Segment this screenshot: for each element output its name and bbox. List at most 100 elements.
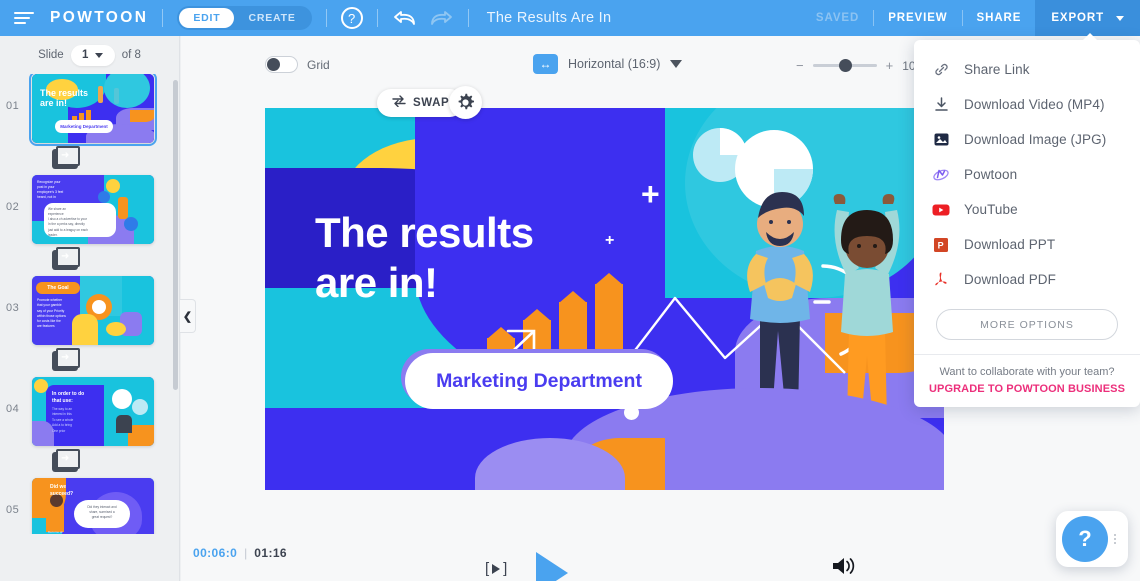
list-item[interactable]: 03 The Goal Promote whether that your gam… [0,276,180,345]
pdf-icon [932,271,950,289]
zoom-slider-handle[interactable] [838,59,852,72]
powtoon-editor: POWTOON EDIT CREATE ? The Results Are In… [0,0,1140,581]
list-item[interactable]: 04 In order to do that use: The way to an… [0,377,180,446]
export-dropdown-menu: Share Link Download Video (MP4) Download… [914,33,1140,407]
playback-bar: 00:06:0 | 01:16 [] [181,502,1140,581]
chevron-left-icon: ❮ [182,310,193,323]
slide-select[interactable]: 1 [70,44,115,66]
slide-heading-line2: are in! [315,258,438,306]
export-menu-footer: Want to collaborate with your team? UPGR… [914,354,1140,407]
preview-button[interactable]: PREVIEW [874,12,961,24]
slides-list[interactable]: 01 The resultsare in! Marketing Departm [0,74,180,534]
more-vertical-icon[interactable] [1114,534,1116,544]
grid-toggle[interactable] [265,56,298,73]
plus-decoration: + [641,176,660,212]
slide-number: 01 [6,100,20,112]
tab-edit[interactable]: EDIT [179,8,235,28]
speech-bubble[interactable]: Marketing Department [405,353,673,420]
slide-transition-button[interactable] [52,146,80,169]
slide-heading-line1: The results [315,209,534,256]
menu-item-label: Download PPT [964,237,1056,252]
slide-thumbnail[interactable]: The Goal Promote whether that your gamble… [32,276,154,345]
menu-item-youtube[interactable]: YouTube [914,192,1140,227]
slide-thumbnail[interactable]: Did we succeed? Did they interact and shar… [32,478,154,534]
upgrade-link[interactable]: UPGRADE TO POWTOON BUSINESS [914,383,1140,395]
list-item[interactable]: 05 Did we succeed? Did they interact and s… [0,478,180,534]
image-icon [932,131,950,149]
zoom-out-button[interactable]: − [796,58,804,73]
tab-create[interactable]: CREATE [234,8,309,28]
menu-item-share-link[interactable]: Share Link [914,52,1140,87]
slide-transition-button[interactable] [52,449,80,472]
menu-item-download-image[interactable]: Download Image (JPG) [914,122,1140,157]
slide-number: 03 [6,302,20,314]
collaborate-text: Want to collaborate with your team? [939,366,1115,378]
undo-arrow-icon[interactable] [392,8,418,28]
frame-play-icon[interactable]: [] [485,560,507,577]
chevron-down-icon [1116,15,1124,21]
speech-bubble-text: Marketing Department [436,369,642,392]
app-header: POWTOON EDIT CREATE ? The Results Are In… [0,0,1140,36]
header-divider [325,9,327,27]
menu-item-download-pdf[interactable]: Download PDF [914,262,1140,297]
plus-decoration: + [605,232,615,249]
aspect-ratio-select[interactable]: ↔ Horizontal (16:9) [533,54,683,74]
menu-item-download-video[interactable]: Download Video (MP4) [914,87,1140,122]
slide-thumbnail[interactable]: In order to do that use: The way to an int… [32,377,154,446]
swap-arrows-icon [392,94,406,112]
question-circle-icon[interactable]: ? [340,7,363,29]
list-item[interactable]: 02 Recognize your post in your employee's … [0,175,180,244]
sidebar-collapse-button[interactable]: ❮ [180,299,196,333]
share-button[interactable]: SHARE [963,12,1036,24]
volume-icon[interactable] [831,556,857,581]
slides-sidebar: Slide 1 of 8 01 The results are in! Mark… [0,36,180,581]
mode-toggle[interactable]: EDIT CREATE [177,6,312,30]
download-icon [932,96,950,114]
powtoon-icon [932,166,950,184]
help-button[interactable]: ? [1062,516,1108,562]
link-icon [932,61,950,79]
current-time: 00:06:0 [193,546,238,560]
redo-arrow-icon[interactable] [428,8,454,28]
sidebar-scrollbar[interactable] [173,80,178,390]
header-divider [467,9,469,27]
menu-item-label: Share Link [964,62,1030,77]
aspect-ratio-label: Horizontal (16:9) [568,57,661,71]
caret-down-icon [670,60,683,68]
timecode-display: 00:06:0 | 01:16 [193,546,287,560]
hamburger-icon[interactable] [14,12,34,24]
slide-transition-button[interactable] [52,247,80,270]
gear-icon[interactable] [449,86,482,119]
menu-item-label: Download PDF [964,272,1056,287]
zoom-in-button[interactable]: + [886,58,894,73]
menu-item-powtoon[interactable]: Powtoon [914,157,1140,192]
youtube-icon [932,201,950,219]
help-widget: ? [1056,511,1128,567]
zoom-slider[interactable] [812,59,877,72]
powerpoint-icon: P [932,236,950,254]
slide-transition-button[interactable] [52,348,80,371]
menu-item-label: Powtoon [964,167,1018,182]
grid-label: Grid [307,57,330,72]
header-actions: SAVED PREVIEW SHARE EXPORT [802,0,1140,36]
menu-item-download-ppt[interactable]: P Download PPT [914,227,1140,262]
more-options-button[interactable]: MORE OPTIONS [936,309,1118,340]
grid-toggle-group: Grid [265,56,330,73]
document-title[interactable]: The Results Are In [487,10,612,26]
list-item[interactable]: 01 The resultsare in! Marketing Departm [0,74,180,146]
header-divider [376,9,378,27]
svg-text:P: P [938,240,944,250]
slide-number: 02 [6,201,20,213]
slide-thumbnail[interactable]: The results are in! Marketing Department [29,74,157,146]
menu-item-label: Download Image (JPG) [964,132,1107,147]
slide-count-label: of 8 [121,49,141,61]
slide-canvas[interactable]: + + The results are in! Marketing Depart… [265,108,944,490]
export-button-label: EXPORT [1051,12,1104,24]
slide-thumbnail[interactable]: Recognize your post in your employee's 3 f… [32,175,154,244]
play-icon[interactable] [536,552,568,581]
slide-heading[interactable]: The results are in! [315,208,534,307]
slide-label: Slide [38,49,64,61]
export-button[interactable]: EXPORT [1035,0,1140,36]
header-divider [162,9,164,27]
slide-number: 05 [6,504,20,516]
